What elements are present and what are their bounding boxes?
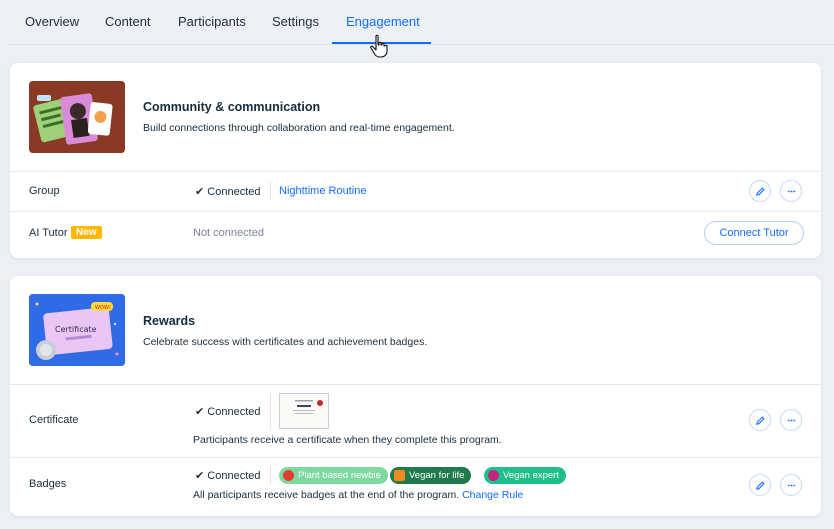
badges-description: All participants receive badges at the e… — [193, 489, 523, 501]
tab-bar: Overview Content Participants Settings E… — [0, 0, 834, 58]
tab-bar-divider — [10, 44, 834, 45]
group-status: ✔ Connected — [195, 186, 261, 198]
pencil-icon — [755, 415, 765, 425]
divider — [10, 384, 821, 385]
badges-label: Badges — [29, 478, 67, 490]
edit-group-button[interactable] — [749, 180, 771, 202]
certificate-preview[interactable] — [279, 393, 329, 429]
rewards-thumbnail: Certificate WOW! — [29, 294, 125, 366]
hand-cursor-icon — [370, 34, 388, 58]
rewards-subtitle: Celebrate success with certificates and … — [143, 336, 428, 348]
carrot-icon — [394, 470, 405, 481]
new-badge: New — [71, 226, 102, 239]
pencil-icon — [755, 186, 765, 196]
pencil-icon — [755, 480, 765, 490]
more-icon — [787, 190, 795, 192]
tab-settings[interactable]: Settings — [272, 14, 319, 29]
badges-status: ✔ Connected — [195, 470, 261, 482]
beet-icon — [488, 470, 499, 481]
group-more-button[interactable] — [780, 180, 802, 202]
edit-certificate-button[interactable] — [749, 409, 771, 431]
community-subtitle: Build connections through collaboration … — [143, 122, 455, 134]
vertical-divider — [270, 182, 271, 200]
community-card: Community & communication Build connecti… — [10, 63, 821, 258]
more-icon — [787, 419, 795, 421]
tab-content[interactable]: Content — [105, 14, 151, 29]
wow-sticker-text: WOW! — [95, 305, 111, 311]
divider — [10, 211, 821, 212]
badge-plant-based-newbie[interactable]: Plant based newbie — [279, 467, 388, 484]
rewards-card: Certificate WOW! Rewards Celebrate succe… — [10, 276, 821, 516]
group-label: Group — [29, 185, 60, 197]
certificate-more-button[interactable] — [780, 409, 802, 431]
tab-engagement[interactable]: Engagement — [346, 14, 420, 29]
badge-label: Vegan expert — [503, 470, 559, 481]
badge-vegan-for-life[interactable]: Vegan for life — [390, 467, 472, 484]
certificate-description: Participants receive a certificate when … — [193, 434, 502, 446]
divider — [10, 171, 821, 172]
connect-tutor-button[interactable]: Connect Tutor — [704, 221, 804, 245]
badge-vegan-expert[interactable]: Vegan expert — [484, 467, 566, 484]
tomato-icon — [283, 470, 294, 481]
ai-tutor-status: Not connected — [193, 227, 264, 239]
divider — [10, 457, 821, 458]
community-thumbnail — [29, 81, 125, 153]
badges-more-button[interactable] — [780, 474, 802, 496]
tab-overview[interactable]: Overview — [25, 14, 79, 29]
tab-participants[interactable]: Participants — [178, 14, 246, 29]
certificate-thumb-text: Certificate — [55, 325, 97, 334]
change-rule-link[interactable]: Change Rule — [462, 489, 523, 501]
badge-label: Plant based newbie — [298, 470, 381, 481]
edit-badges-button[interactable] — [749, 474, 771, 496]
certificate-label: Certificate — [29, 414, 79, 426]
vertical-divider — [270, 393, 271, 429]
certificate-status: ✔ Connected — [195, 406, 261, 418]
badge-label: Vegan for life — [409, 470, 465, 481]
vertical-divider — [270, 466, 271, 484]
community-title: Community & communication — [143, 100, 321, 114]
rewards-title: Rewards — [143, 314, 196, 328]
ai-tutor-label: AI Tutor — [29, 227, 68, 239]
more-icon — [787, 484, 795, 486]
badges-description-text: All participants receive badges at the e… — [193, 489, 460, 501]
group-link[interactable]: Nighttime Routine — [279, 185, 366, 197]
